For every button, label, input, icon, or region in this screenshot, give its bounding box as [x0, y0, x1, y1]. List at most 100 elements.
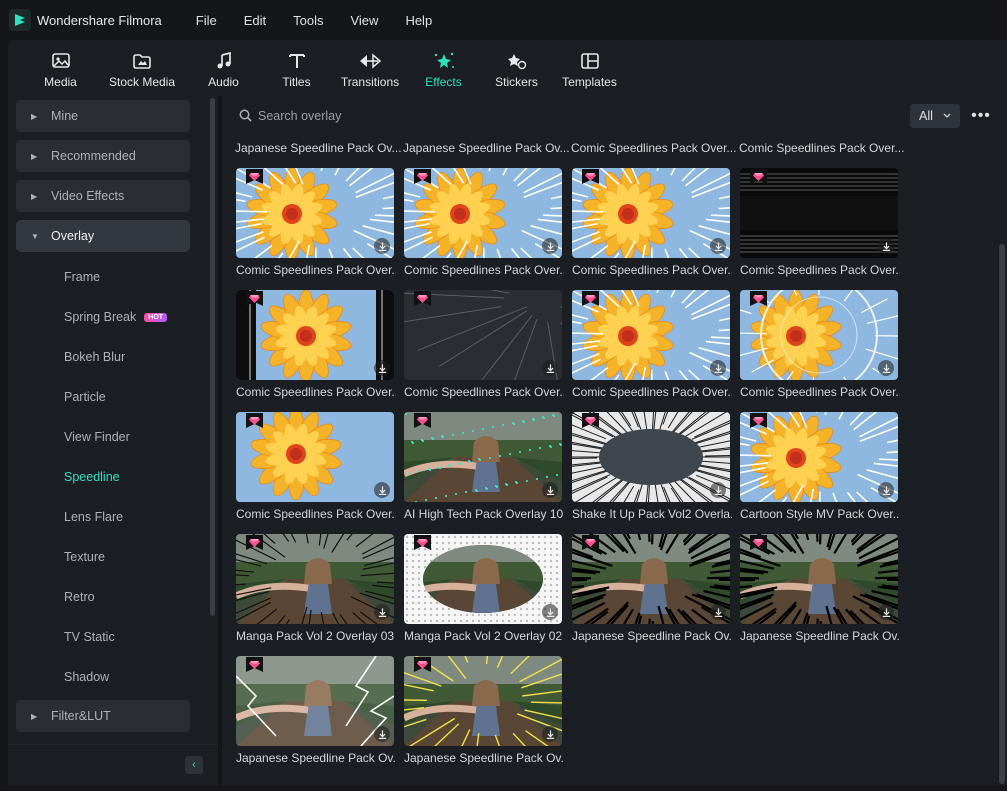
tab-audio[interactable]: Audio: [187, 40, 260, 96]
effect-card-label: Comic Speedlines Pack Over...: [404, 263, 564, 277]
chevron-left-icon: ‹: [192, 759, 196, 771]
tab-transitions[interactable]: Transitions: [333, 40, 407, 96]
effect-thumbnail[interactable]: [740, 412, 898, 502]
tab-effects[interactable]: Effects: [407, 40, 480, 96]
premium-gem-icon: [582, 291, 599, 306]
effect-card-label: Japanese Speedline Pack Ov...: [404, 751, 564, 765]
premium-gem-icon: [750, 413, 767, 428]
category-overlay[interactable]: ▼ Overlay: [16, 220, 190, 252]
partial-item-label[interactable]: Japanese Speedline Pack Ov...: [235, 141, 402, 155]
sidebar-item-speedline[interactable]: Speedline: [64, 470, 120, 484]
sidebar-item-texture[interactable]: Texture: [64, 550, 105, 564]
tab-media[interactable]: Media: [24, 40, 97, 96]
app-title: Wondershare Filmora: [37, 12, 162, 28]
filter-dropdown[interactable]: All: [910, 104, 960, 128]
menu-view[interactable]: View: [350, 13, 378, 28]
tab-stock-media[interactable]: Stock Media: [97, 40, 187, 96]
media-toolbar: Media Stock Media Audio Titles Transitio…: [8, 40, 1007, 96]
effect-thumbnail[interactable]: [236, 290, 394, 380]
effect-thumbnail[interactable]: [572, 412, 730, 502]
download-icon[interactable]: [710, 604, 726, 620]
sidebar-scrollbar[interactable]: [210, 98, 215, 616]
tab-templates[interactable]: Templates: [553, 40, 626, 96]
effect-thumbnail[interactable]: [236, 534, 394, 624]
premium-gem-icon: [750, 535, 767, 550]
download-icon[interactable]: [542, 604, 558, 620]
collapse-sidebar-button[interactable]: ‹: [185, 756, 203, 774]
content-scrollbar[interactable]: [999, 244, 1005, 784]
download-icon[interactable]: [374, 238, 390, 254]
category-mine[interactable]: ▶ Mine: [16, 100, 190, 132]
category-video-effects[interactable]: ▶ Video Effects: [16, 180, 190, 212]
transitions-icon: [360, 53, 382, 69]
premium-gem-icon: [750, 291, 767, 306]
menu-help[interactable]: Help: [405, 13, 432, 28]
download-icon[interactable]: [374, 604, 390, 620]
effect-thumbnail[interactable]: [740, 290, 898, 380]
sidebar-item-lens-flare[interactable]: Lens Flare: [64, 510, 123, 524]
effect-thumbnail[interactable]: [572, 534, 730, 624]
partial-item-label[interactable]: Japanese Speedline Pack Ov...: [403, 141, 570, 155]
download-icon[interactable]: [542, 238, 558, 254]
effect-card-label: Japanese Speedline Pack Ov...: [236, 751, 396, 765]
effect-thumbnail[interactable]: [404, 656, 562, 746]
more-options-button[interactable]: •••: [970, 106, 992, 126]
tab-templates-label: Templates: [562, 75, 617, 89]
search-input[interactable]: [258, 107, 758, 125]
download-icon[interactable]: [542, 726, 558, 742]
effect-card-label: Comic Speedlines Pack Over...: [572, 263, 732, 277]
effect-thumbnail[interactable]: [404, 290, 562, 380]
download-icon[interactable]: [710, 360, 726, 376]
more-icon: •••: [971, 107, 991, 124]
partial-item-label[interactable]: Comic Speedlines Pack Over...: [739, 141, 904, 155]
partial-item-label[interactable]: Comic Speedlines Pack Over...: [571, 141, 736, 155]
sidebar-item-retro[interactable]: Retro: [64, 590, 95, 604]
download-icon[interactable]: [878, 604, 894, 620]
effect-card-label: Comic Speedlines Pack Over...: [404, 385, 564, 399]
download-icon[interactable]: [542, 360, 558, 376]
menu-edit[interactable]: Edit: [244, 13, 266, 28]
menu-file[interactable]: File: [196, 13, 217, 28]
sidebar-item-view-finder[interactable]: View Finder: [64, 430, 130, 444]
sidebar-item-frame[interactable]: Frame: [64, 270, 100, 284]
effect-thumbnail[interactable]: [236, 656, 394, 746]
effect-thumbnail[interactable]: [740, 534, 898, 624]
premium-gem-icon: [582, 413, 599, 428]
media-icon: [51, 53, 70, 68]
effect-thumbnail[interactable]: [404, 412, 562, 502]
sidebar-item-shadow[interactable]: Shadow: [64, 670, 109, 684]
download-icon[interactable]: [374, 360, 390, 376]
premium-gem-icon: [414, 657, 431, 672]
category-filter-lut[interactable]: ▶ Filter&LUT: [16, 700, 190, 732]
sidebar-item-spring-break[interactable]: Spring Break HOT: [64, 310, 168, 324]
menu-tools[interactable]: Tools: [293, 13, 323, 28]
tab-titles-label: Titles: [282, 75, 311, 89]
tab-stickers[interactable]: Stickers: [480, 40, 553, 96]
effect-thumbnail[interactable]: [404, 168, 562, 258]
sidebar-item-tv-static[interactable]: TV Static: [64, 630, 115, 644]
download-icon[interactable]: [878, 360, 894, 376]
effect-thumbnail[interactable]: [236, 412, 394, 502]
tab-titles[interactable]: Titles: [260, 40, 333, 96]
download-icon[interactable]: [542, 482, 558, 498]
effect-thumbnail[interactable]: [572, 168, 730, 258]
sidebar-item-bokeh-blur[interactable]: Bokeh Blur: [64, 350, 125, 364]
effect-card-label: Comic Speedlines Pack Over...: [236, 385, 396, 399]
download-icon[interactable]: [710, 482, 726, 498]
category-mine-label: Mine: [51, 109, 79, 123]
download-icon[interactable]: [374, 726, 390, 742]
tab-stickers-label: Stickers: [495, 75, 538, 89]
category-recommended[interactable]: ▶ Recommended: [16, 140, 190, 172]
effect-thumbnail[interactable]: [572, 290, 730, 380]
effect-thumbnail[interactable]: [740, 168, 898, 258]
download-icon[interactable]: [878, 238, 894, 254]
effect-card-label: Comic Speedlines Pack Over...: [740, 263, 900, 277]
effect-thumbnail[interactable]: [404, 534, 562, 624]
premium-gem-icon: [582, 535, 599, 550]
download-icon[interactable]: [878, 482, 894, 498]
download-icon[interactable]: [374, 482, 390, 498]
effect-thumbnail[interactable]: [236, 168, 394, 258]
effects-sidebar: ▶ Mine ▶ Recommended ▶ Video Effects ▼ O…: [8, 96, 218, 786]
sidebar-item-particle[interactable]: Particle: [64, 390, 106, 404]
download-icon[interactable]: [710, 238, 726, 254]
